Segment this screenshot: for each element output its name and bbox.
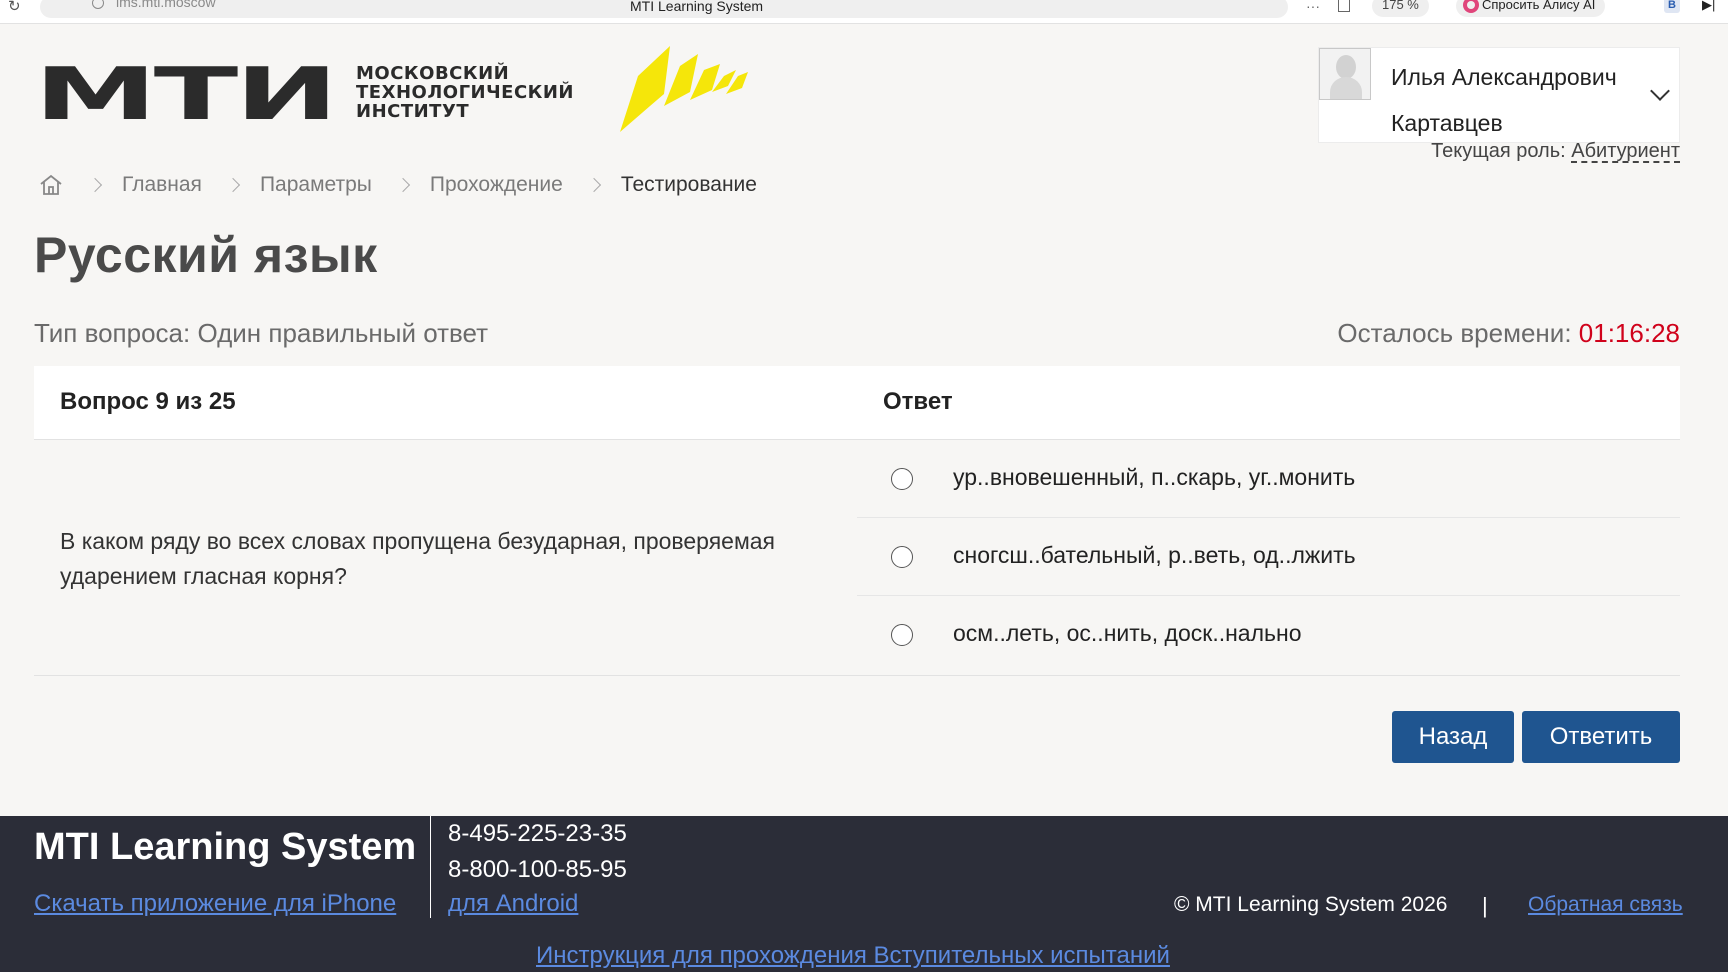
chevron-down-icon[interactable] (1650, 81, 1670, 101)
time-value: 01:16:28 (1578, 318, 1680, 348)
breadcrumb-current: Тестирование (620, 173, 757, 196)
logo-subtitle-line: ТЕХНОЛОГИЧЕСКИЙ (356, 82, 574, 103)
alice-label: Спросить Алису AI (1482, 0, 1596, 12)
extension-icon[interactable]: B (1664, 0, 1680, 13)
question-type: Тип вопроса: Один правильный ответ (34, 318, 489, 348)
question-table-header: Вопрос 9 из 25 Ответ (34, 366, 1680, 440)
logo-subtitle-line: МОСКОВСКИЙ (356, 63, 510, 84)
radio-button[interactable] (891, 468, 913, 490)
question-number: Вопрос 9 из 25 (60, 388, 236, 415)
copyright: © MTI Learning System 2026 (1174, 893, 1448, 916)
user-menu[interactable]: Илья Александрович Картавцев (1318, 47, 1680, 143)
lock-icon[interactable] (92, 0, 104, 9)
current-role: Текущая роль: Абитуриент (1431, 140, 1680, 163)
breadcrumb: Главная Параметры Прохождение Тестирован… (38, 170, 757, 200)
chevron-right-icon (225, 177, 241, 193)
answer-option[interactable]: ур..вновешенный, п..скарь, уг..монить (857, 440, 1680, 518)
zoom-indicator[interactable]: 175 % (1372, 0, 1429, 17)
back-button[interactable]: Назад (1392, 711, 1514, 763)
question-text: В каком ряду во всех словах пропущена бе… (60, 528, 776, 589)
chevron-right-icon (87, 177, 103, 193)
footer: MTI Learning System 8-495-225-23-35 8-80… (0, 816, 1728, 972)
tab-title: MTI Learning System (630, 0, 764, 14)
phone-number[interactable]: 8-495-225-23-35 (448, 820, 627, 848)
browser-toolbar: ↻ lms.mti.moscow MTI Learning System ···… (0, 0, 1728, 24)
answer-label[interactable]: осм..леть, ос..нить, доск..нально (953, 620, 1302, 647)
logo-letters: МТИ (34, 52, 338, 136)
page-title: Русский язык (34, 227, 378, 283)
mti-logo[interactable]: МТИ МОСКОВСКИЙ ТЕХНОЛОГИЧЕСКИЙ ИНСТИТУТ (34, 46, 764, 132)
breadcrumb-params[interactable]: Параметры (260, 173, 372, 197)
question-table-body: В каком ряду во всех словах пропущена бе… (34, 440, 1680, 676)
logo-subtitle-line: ИНСТИТУТ (356, 101, 470, 122)
time-label: Осталось времени: (1337, 318, 1572, 348)
alice-button[interactable]: Спросить Алису AI (1456, 0, 1606, 17)
question-table: Вопрос 9 из 25 Ответ В каком ряду во все… (34, 366, 1680, 676)
home-icon[interactable] (38, 173, 64, 197)
answer-option[interactable]: осм..леть, ос..нить, доск..нально (857, 596, 1680, 674)
bookmark-icon[interactable] (1338, 0, 1350, 12)
user-name: Илья Александрович Картавцев (1391, 54, 1641, 146)
chevron-right-icon (395, 177, 410, 193)
time-remaining: Осталось времени: 01:16:28 (1337, 318, 1680, 349)
answer-list: ур..вновешенный, п..скарь, уг..монить сн… (857, 440, 1680, 676)
reload-icon[interactable]: ↻ (8, 0, 21, 14)
breadcrumb-home[interactable]: Главная (122, 173, 202, 197)
logo-subtitle: МОСКОВСКИЙ ТЕХНОЛОГИЧЕСКИЙ ИНСТИТУТ (356, 64, 574, 121)
instructions-link[interactable]: Инструкция для прохождения Вступительных… (536, 942, 1170, 970)
footer-separator: | (1482, 893, 1488, 918)
phone-number[interactable]: 8-800-100-85-95 (448, 856, 627, 884)
url-text[interactable]: lms.mti.moscow (116, 0, 216, 9)
answer-header: Ответ (883, 388, 953, 415)
footer-brand: MTI Learning System (34, 826, 417, 868)
answer-label[interactable]: ур..вновешенный, п..скарь, уг..монить (953, 464, 1355, 491)
footer-divider (430, 816, 431, 918)
breadcrumb-pass[interactable]: Прохождение (430, 173, 563, 197)
radio-button[interactable] (891, 546, 913, 568)
logo-wave-icon (620, 46, 748, 132)
answer-option[interactable]: сногсш..бательный, р..веть, од..лжить (857, 518, 1680, 596)
iphone-app-link[interactable]: Скачать приложение для iPhone (34, 890, 396, 918)
answer-button[interactable]: Ответить (1522, 711, 1680, 763)
answer-label[interactable]: сногсш..бательный, р..веть, од..лжить (953, 542, 1356, 569)
more-icon[interactable]: ··· (1306, 0, 1320, 14)
avatar (1319, 48, 1371, 100)
role-value[interactable]: Абитуриент (1571, 140, 1680, 162)
radio-button[interactable] (891, 624, 913, 646)
android-app-link[interactable]: для Android (448, 890, 578, 918)
chevron-right-icon (586, 177, 601, 193)
media-icon[interactable]: ▶| (1702, 0, 1720, 13)
feedback-link[interactable]: Обратная связь (1528, 893, 1683, 917)
role-label: Текущая роль: (1431, 140, 1566, 162)
alice-icon (1463, 0, 1479, 13)
user-first-name: Илья Александрович (1391, 64, 1617, 90)
